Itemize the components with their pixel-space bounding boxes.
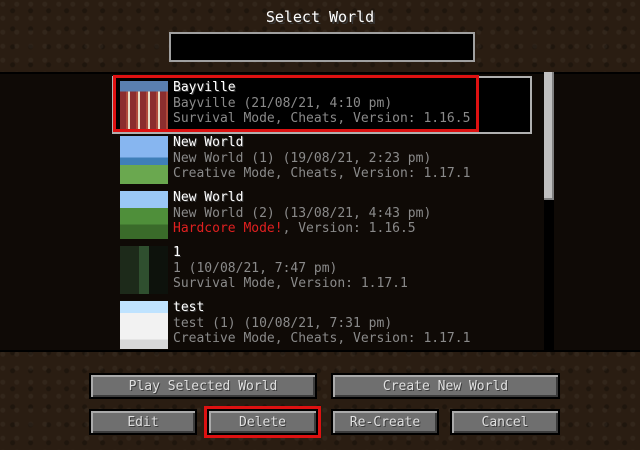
world-subtitle: Bayville (21/08/21, 4:10 pm)	[173, 96, 393, 111]
world-name: Bayville	[173, 80, 236, 95]
world-subtitle: New World (2) (13/08/21, 4:43 pm)	[173, 206, 432, 221]
re-create-button[interactable]: Re-Create	[331, 409, 439, 435]
world-mode-text: Creative Mode, Cheats, Version: 1.17.1	[173, 331, 471, 346]
world-mode-text: Creative Mode, Cheats, Version: 1.17.1	[173, 166, 471, 181]
play-selected-world-button[interactable]: Play Selected World	[89, 373, 317, 399]
page-title: Select World	[265, 8, 375, 26]
world-name: New World	[173, 135, 244, 150]
hardcore-label: Hardcore Mode!	[173, 221, 283, 236]
footer: Play Selected World Create New World Edi…	[0, 352, 640, 450]
scrollbar-thumb[interactable]	[544, 72, 554, 200]
world-row[interactable]: test test (1) (10/08/21, 7:31 pm) Creati…	[114, 298, 530, 350]
world-mode: Creative Mode, Cheats, Version: 1.17.1	[173, 166, 470, 181]
world-mode-text: Survival Mode, Cheats, Version: 1.16.5	[173, 111, 471, 126]
create-new-world-button[interactable]: Create New World	[331, 373, 560, 399]
world-subtitle: test (1) (10/08/21, 7:31 pm)	[173, 316, 393, 331]
world-subtitle: 1 (10/08/21, 7:47 pm)	[173, 261, 338, 276]
ocean-thumbnail-icon	[120, 136, 168, 184]
dark-forest-thumbnail-icon	[120, 246, 168, 294]
world-mode-text: , Version: 1.16.5	[282, 221, 416, 236]
world-list-scrollbar[interactable]	[544, 72, 554, 350]
world-name: New World	[173, 190, 244, 205]
world-row[interactable]: New World New World (2) (13/08/21, 4:43 …	[114, 188, 530, 242]
world-mode: Creative Mode, Cheats, Version: 1.17.1	[173, 331, 470, 346]
world-mode: Survival Mode, Version: 1.17.1	[173, 276, 408, 291]
header: Select World	[0, 0, 640, 72]
cancel-button[interactable]: Cancel	[450, 409, 560, 435]
building-thumbnail-icon	[120, 81, 168, 129]
world-mode: Hardcore Mode!, Version: 1.16.5	[173, 221, 416, 236]
world-row[interactable]: New World New World (1) (19/08/21, 2:23 …	[114, 133, 530, 187]
world-subtitle: New World (1) (19/08/21, 2:23 pm)	[173, 151, 432, 166]
world-mode: Survival Mode, Cheats, Version: 1.16.5	[173, 111, 470, 126]
world-name: 1	[173, 245, 181, 260]
snow-thumbnail-icon	[120, 301, 168, 349]
world-row[interactable]: Bayville Bayville (21/08/21, 4:10 pm) Su…	[112, 76, 532, 134]
world-name: test	[173, 300, 205, 315]
edit-button[interactable]: Edit	[89, 409, 197, 435]
world-row[interactable]: 1 1 (10/08/21, 7:47 pm) Survival Mode, V…	[114, 243, 530, 297]
delete-button[interactable]: Delete	[204, 406, 321, 438]
world-mode-text: Survival Mode, Version: 1.17.1	[173, 276, 408, 291]
search-input[interactable]	[169, 32, 475, 62]
forest-thumbnail-icon	[120, 191, 168, 239]
